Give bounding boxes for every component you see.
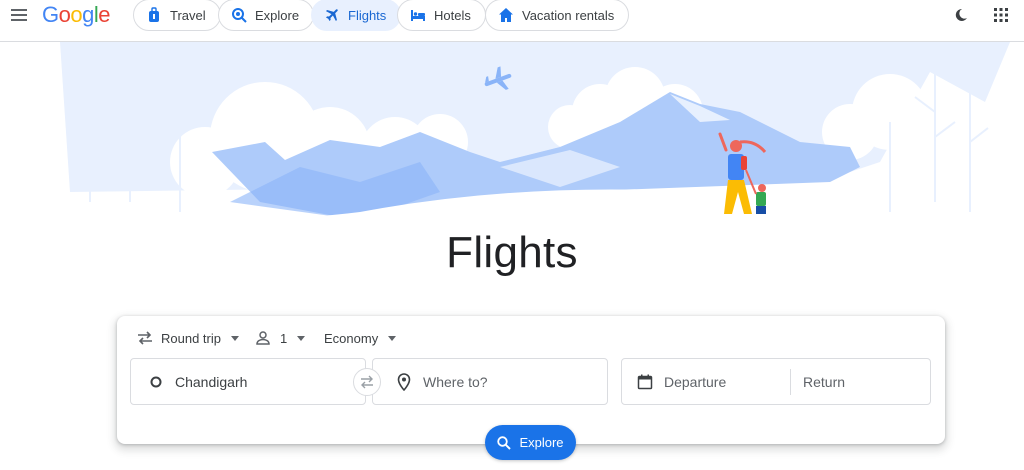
- tab-flights[interactable]: Flights: [311, 0, 402, 31]
- dates-field[interactable]: Departure Return: [621, 358, 931, 405]
- search-icon: [497, 435, 512, 450]
- explore-label: Explore: [519, 435, 564, 450]
- chevron-down-icon: [388, 335, 397, 341]
- origin-value: Chandigarh: [175, 373, 248, 390]
- return-input[interactable]: Return: [803, 374, 845, 390]
- top-bar: Google Travel Explore Flights Hotels Vac…: [0, 0, 1024, 42]
- tab-label: Hotels: [434, 7, 471, 23]
- departure-input[interactable]: Departure: [664, 374, 726, 390]
- logo-letter: g: [82, 2, 94, 27]
- suitcase-icon: [146, 7, 162, 23]
- bed-icon: [410, 7, 426, 23]
- cabin-class-value: Economy: [324, 330, 379, 346]
- destination-placeholder: Where to?: [423, 373, 488, 390]
- location-pin-icon: [395, 372, 413, 391]
- explore-icon: [231, 7, 247, 23]
- tab-label: Explore: [255, 7, 300, 23]
- dark-mode-icon[interactable]: [952, 6, 970, 24]
- date-divider: [790, 369, 791, 395]
- tab-label: Flights: [348, 7, 387, 23]
- page-title: Flights: [446, 228, 578, 277]
- chevron-down-icon: [297, 335, 306, 341]
- passengers-dropdown[interactable]: 1: [256, 328, 306, 348]
- swap-arrows-icon: [137, 331, 153, 345]
- tab-label: Vacation rentals: [522, 7, 615, 23]
- origin-field[interactable]: Chandigarh: [130, 358, 366, 405]
- swap-locations-button[interactable]: [353, 368, 381, 396]
- apps-grid-icon[interactable]: [992, 6, 1010, 24]
- trip-type-value: Round trip: [161, 330, 221, 346]
- tab-label: Travel: [170, 7, 206, 23]
- header-actions: [952, 6, 1010, 24]
- explore-button[interactable]: Explore: [485, 425, 576, 460]
- tab-explore[interactable]: Explore: [218, 0, 315, 31]
- airplane-icon: [324, 7, 340, 23]
- logo-letter: G: [42, 2, 59, 27]
- passengers-value: 1: [280, 330, 288, 346]
- trip-type-dropdown[interactable]: Round trip: [137, 328, 239, 348]
- cabin-class-dropdown[interactable]: Economy: [324, 328, 397, 348]
- tab-hotels[interactable]: Hotels: [397, 0, 486, 31]
- tab-travel[interactable]: Travel: [133, 0, 221, 31]
- person-icon: [256, 331, 270, 345]
- logo-letter: o: [58, 2, 71, 27]
- google-logo[interactable]: Google: [42, 2, 111, 28]
- main-menu-icon[interactable]: [10, 6, 30, 24]
- origin-circle-icon: [147, 373, 165, 391]
- chevron-down-icon: [230, 335, 239, 341]
- logo-letter: o: [70, 2, 83, 27]
- house-icon: [498, 7, 514, 23]
- tab-vacation-rentals[interactable]: Vacation rentals: [485, 0, 630, 31]
- calendar-icon: [636, 373, 654, 391]
- destination-field[interactable]: Where to?: [372, 358, 608, 405]
- hero-illustration: [0, 42, 1024, 242]
- logo-letter: e: [98, 2, 111, 27]
